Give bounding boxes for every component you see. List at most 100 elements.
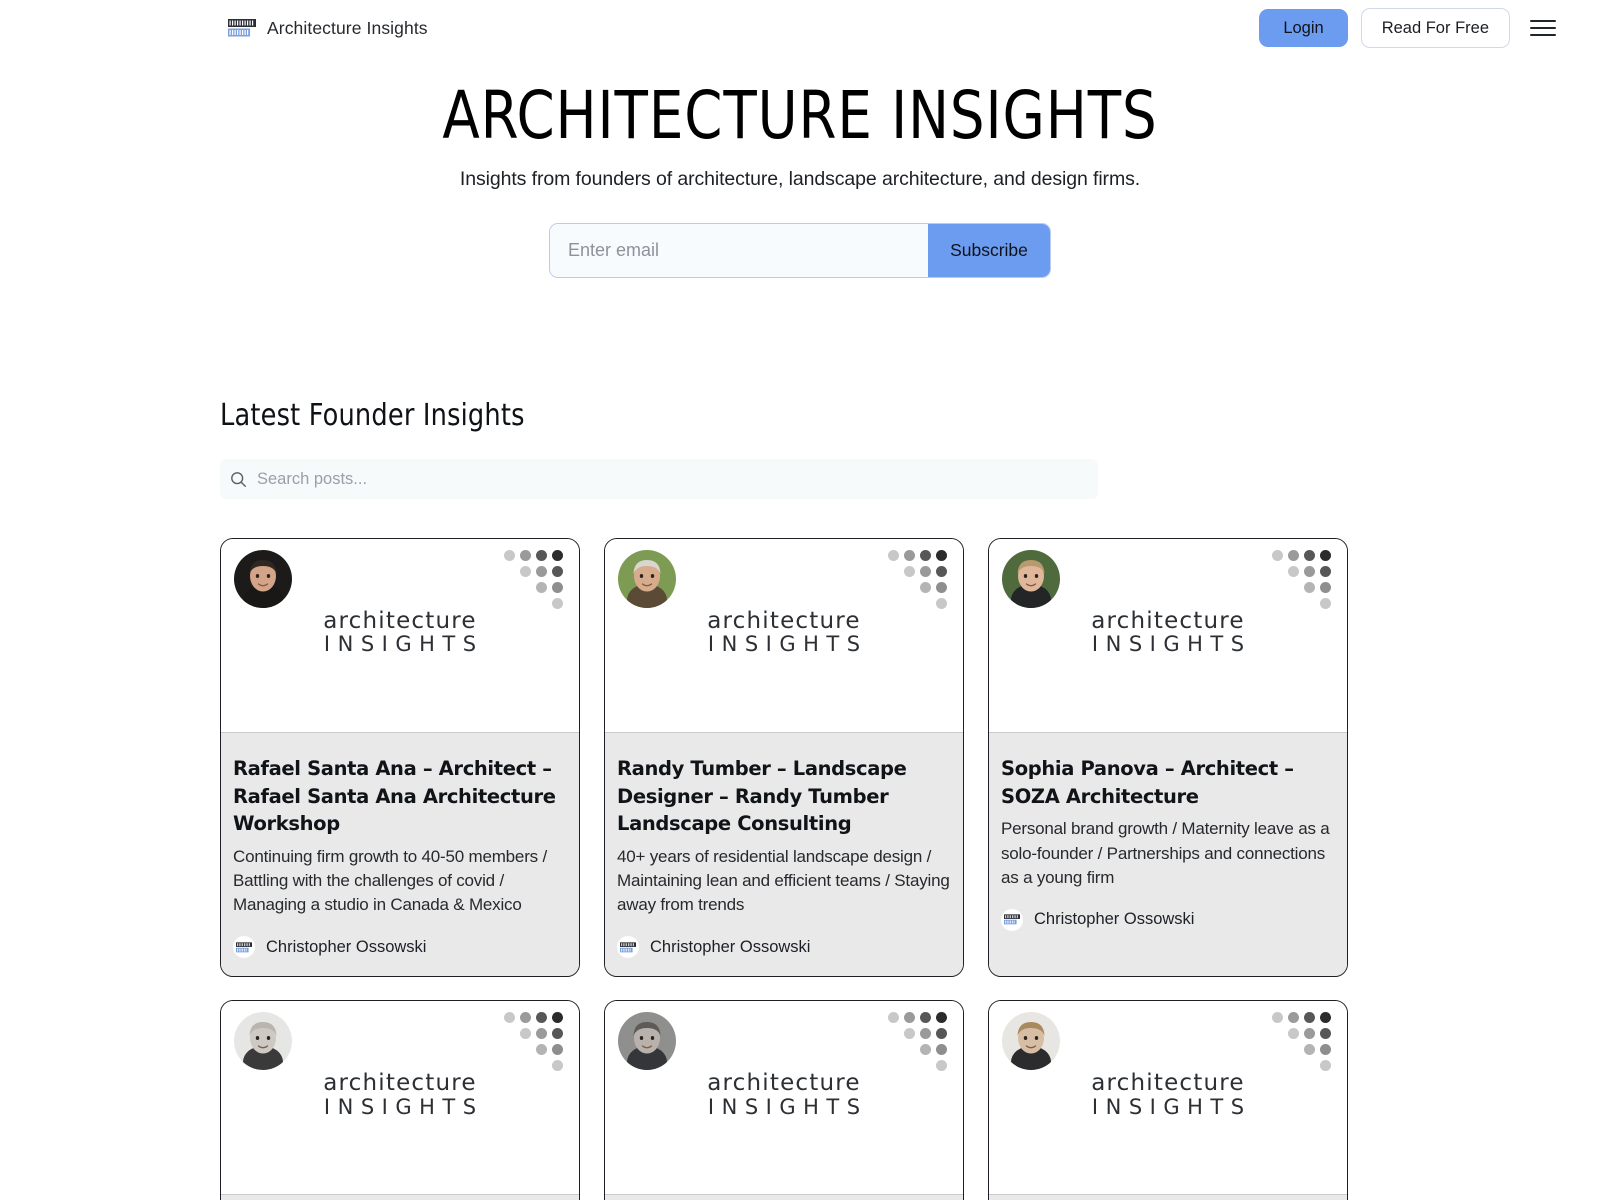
decorative-dot [1320,1028,1331,1040]
decorative-dot [1304,1044,1315,1056]
search-bar[interactable] [220,459,1098,499]
decorative-dot [1272,550,1283,561]
dot-pattern-decoration [888,1012,947,1072]
post-author[interactable]: Christopher Ossowski [1001,908,1335,931]
decorative-dot [552,1044,563,1056]
decorative-dot [1304,566,1315,577]
post-thumbnail: architecture INSIGHTS [605,1001,963,1196]
read-for-free-button[interactable]: Read For Free [1360,7,1510,49]
thumbnail-logo-line1: architecture [323,608,477,634]
thumbnail-logo-line1: architecture [323,1070,477,1097]
hero-subtitle: Insights from founders of architecture, … [459,168,1141,191]
avatar-founder-four [234,1012,292,1071]
decorative-dot [920,582,931,593]
decorative-dot [936,566,947,577]
post-author[interactable]: Christopher Ossowski [233,936,567,959]
hamburger-line [1530,34,1556,36]
dot-row [520,566,563,577]
brand-logo-link[interactable]: Architecture Insights [228,18,428,39]
decorative-dot [904,566,915,577]
decorative-dot [920,566,931,577]
decorative-dot [936,582,947,593]
post-card[interactable]: architecture INSIGHTS Rafael Santa Ana –… [220,538,580,978]
author-name: Christopher Ossowski [1034,910,1195,929]
decorative-dot [1320,550,1331,561]
post-thumbnail: architecture INSIGHTS [221,539,579,733]
hamburger-line [1530,20,1556,22]
decorative-dot [1320,1012,1331,1024]
dot-row [552,598,563,609]
hero-section: ARCHITECTURE INSIGHTS Insights from foun… [0,80,1600,279]
post-card-body: Sophia Panova – Architect – SOZA Archite… [989,733,1347,977]
post-card-body: Rafael Santa Ana – Architect – Rafael Sa… [221,733,579,977]
thumbnail-logo-line2: INSIGHTS [323,632,484,657]
author-name: Christopher Ossowski [650,937,811,956]
dot-row [1288,566,1331,577]
avatar-sophia-panova [1002,550,1060,608]
section-heading: Latest Founder Insights [220,398,525,433]
decorative-dot [520,566,531,577]
thumbnail-logo-line1: architecture [1091,608,1245,634]
decorative-dot [1304,582,1315,593]
decorative-dot [504,1012,515,1024]
avatar-founder-five [618,1012,676,1071]
decorative-dot [920,1028,931,1040]
decorative-dot [936,1028,947,1040]
dot-row [936,598,947,609]
post-card[interactable]: architecture INSIGHTS [604,1000,964,1200]
post-card[interactable]: architecture INSIGHTS Randy Tumber – Lan… [604,538,964,978]
post-excerpt: Personal brand growth / Maternity leave … [1001,819,1330,887]
architecture-insights-logo-icon [228,19,256,37]
dot-pattern-decoration [1272,1012,1331,1072]
dot-row [936,1060,947,1072]
decorative-dot [936,1060,947,1072]
subscribe-form: Subscribe [549,223,1051,279]
decorative-dot [536,550,547,561]
thumbnail-logo-line2: INSIGHTS [1091,632,1252,657]
search-input[interactable] [257,469,1088,489]
decorative-dot [1320,582,1331,593]
post-card-body [221,1195,579,1200]
thumbnail-logo-text: architecture INSIGHTS [316,609,483,657]
thumbnail-logo-line1: architecture [1091,1070,1245,1097]
decorative-dot [552,1028,563,1040]
decorative-dot [936,1012,947,1024]
author-avatar-icon [1001,908,1023,931]
decorative-dot [1288,550,1299,561]
post-card-body [989,1195,1347,1200]
dot-row [920,582,947,593]
decorative-dot [936,1044,947,1056]
dot-row [888,550,947,561]
login-button[interactable]: Login [1259,8,1348,48]
decorative-dot [920,1044,931,1056]
decorative-dot [888,1012,899,1024]
decorative-dot [1288,1028,1299,1040]
post-card[interactable]: architecture INSIGHTS [988,1000,1348,1200]
post-card[interactable]: architecture INSIGHTS [220,1000,580,1200]
decorative-dot [1304,550,1315,561]
thumbnail-logo-text: architecture INSIGHTS [316,1071,483,1119]
decorative-dot [520,550,531,561]
decorative-dot [904,550,915,561]
decorative-dot [552,598,563,609]
post-card[interactable]: architecture INSIGHTS Sophia Panova – Ar… [988,538,1348,978]
thumbnail-logo-line2: INSIGHTS [1091,1094,1252,1119]
decorative-dot [904,1012,915,1024]
email-field[interactable] [550,224,928,278]
dot-row [504,550,563,561]
thumbnail-logo-line1: architecture [707,1070,861,1097]
decorative-dot [520,1028,531,1040]
dot-row [920,1044,947,1056]
post-thumbnail: architecture INSIGHTS [989,539,1347,733]
subscribe-button[interactable]: Subscribe [928,224,1050,278]
dot-row [1320,1060,1331,1072]
post-thumbnail: architecture INSIGHTS [605,539,963,733]
dot-pattern-decoration [504,550,563,609]
post-excerpt: Continuing firm growth to 40-50 members … [233,847,547,915]
post-excerpt: 40+ years of residential landscape desig… [617,847,950,915]
site-header: Architecture Insights Login Read For Fre… [0,0,1600,56]
header-actions: Login Read For Free [1259,7,1556,49]
hamburger-menu-icon[interactable] [1530,15,1556,41]
post-author[interactable]: Christopher Ossowski [617,936,951,959]
dot-row [520,1028,563,1040]
